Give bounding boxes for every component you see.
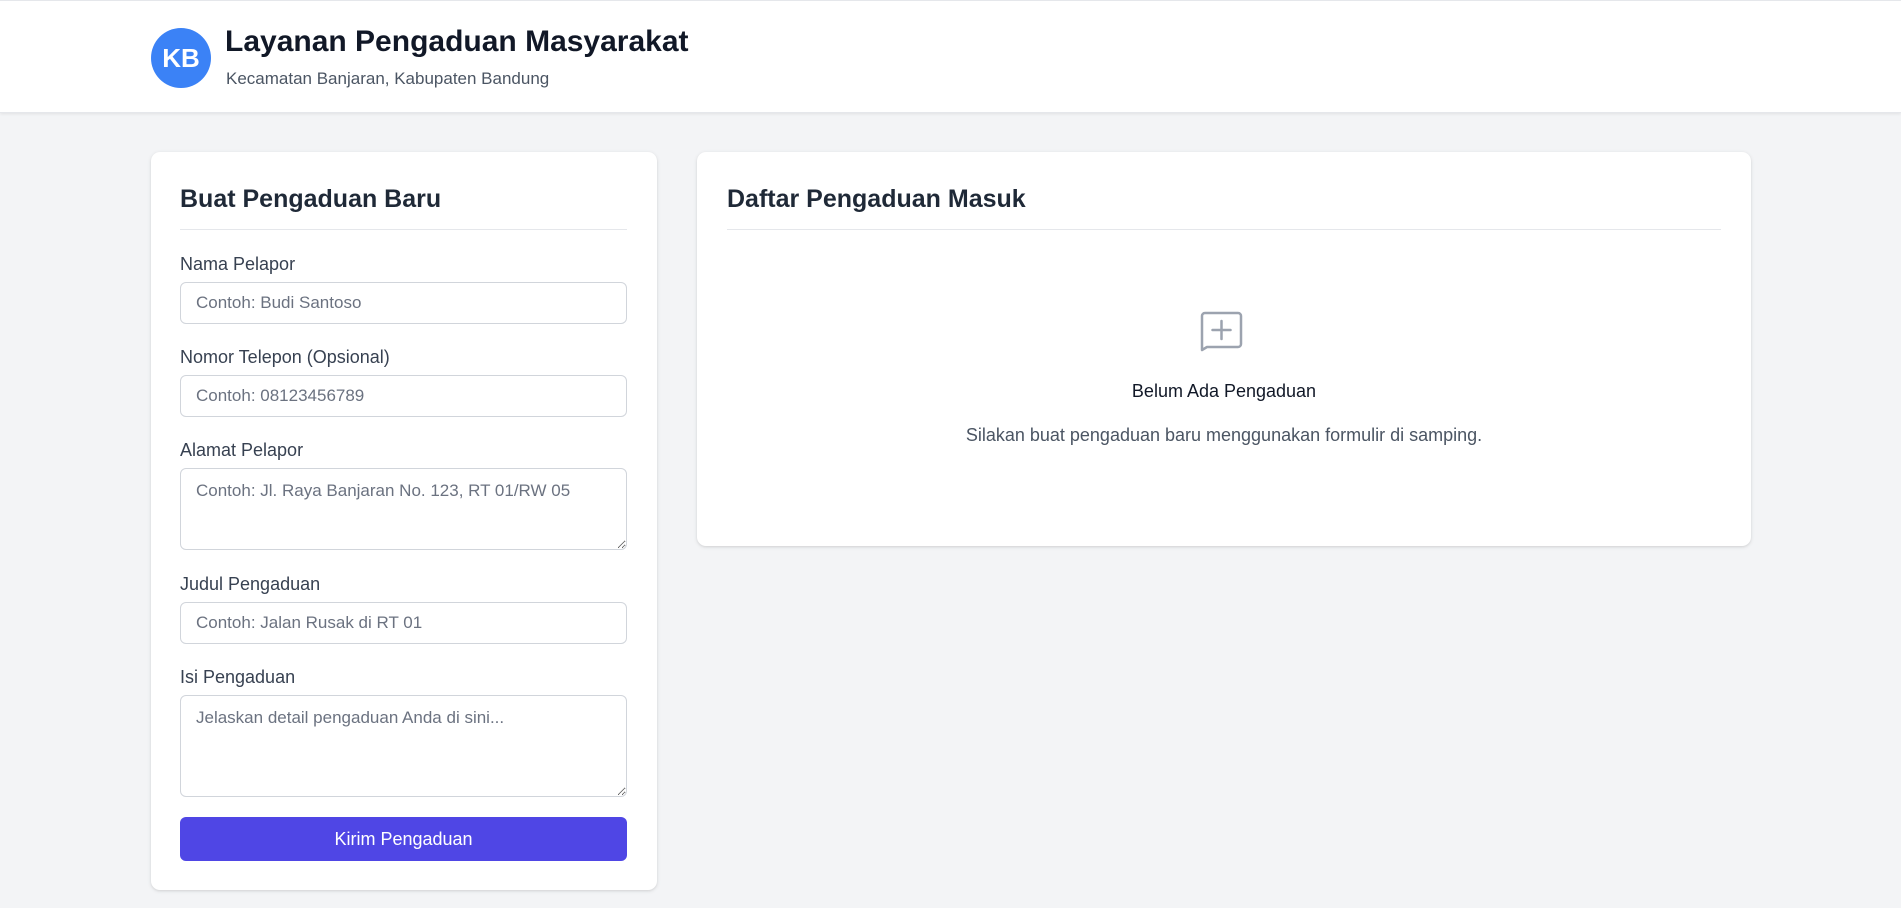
- content-label: Isi Pengaduan: [180, 667, 296, 687]
- complaint-form-card: Buat Pengaduan Baru Nama Pelapor Nomor T…: [151, 152, 657, 890]
- logo-avatar: KB: [151, 28, 211, 88]
- app-subtitle: Kecamatan Banjaran, Kabupaten Bandung: [226, 69, 550, 88]
- complaint-title-input[interactable]: [180, 602, 627, 644]
- form-divider: [180, 229, 627, 230]
- title-label: Judul Pengaduan: [180, 574, 321, 594]
- empty-state-title: Belum Ada Pengaduan: [1131, 381, 1317, 401]
- complaint-content-textarea[interactable]: [180, 695, 627, 797]
- form-title: Buat Pengaduan Baru: [180, 185, 442, 213]
- list-title: Daftar Pengaduan Masuk: [727, 185, 1026, 213]
- complaint-list-card: Daftar Pengaduan Masuk Belum Ada Pengadu…: [697, 152, 1751, 546]
- list-divider: [727, 229, 1721, 230]
- app-title: Layanan Pengaduan Masyarakat: [225, 25, 689, 58]
- app-header: KB Layanan Pengaduan Masyarakat Kecamata…: [0, 0, 1901, 113]
- phone-input[interactable]: [180, 375, 627, 417]
- name-label: Nama Pelapor: [180, 254, 296, 274]
- name-input[interactable]: [180, 282, 627, 324]
- address-textarea[interactable]: [180, 468, 627, 550]
- address-label: Alamat Pelapor: [180, 440, 304, 460]
- phone-label: Nomor Telepon (Opsional): [180, 347, 390, 367]
- submit-complaint-button[interactable]: Kirim Pengaduan: [180, 817, 627, 861]
- empty-state-text: Silakan buat pengaduan baru menggunakan …: [965, 425, 1483, 445]
- add-document-icon: [1198, 310, 1244, 352]
